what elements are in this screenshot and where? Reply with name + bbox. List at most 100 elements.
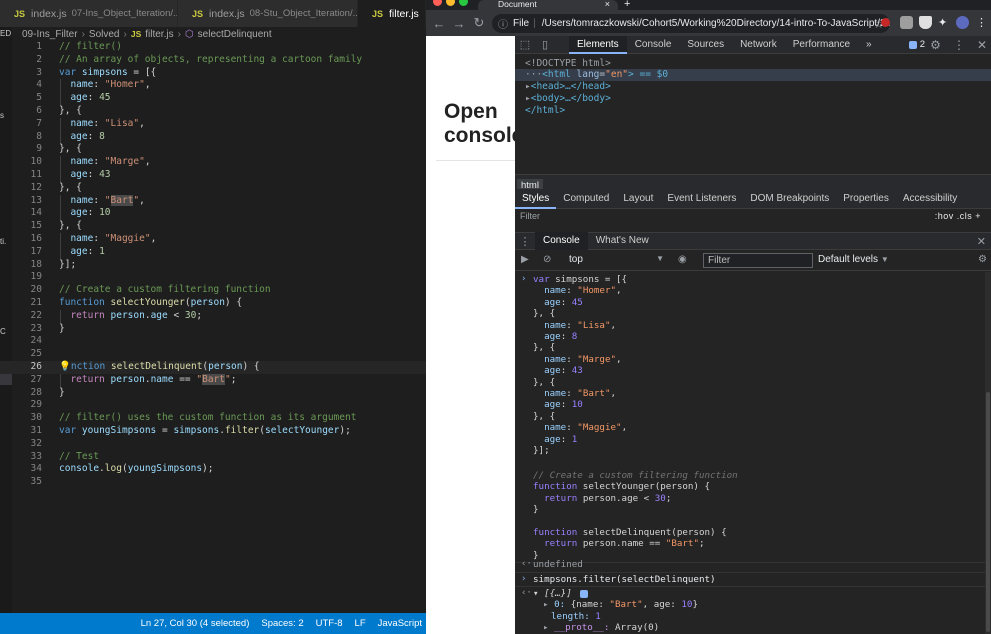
code-line[interactable]: 9}, { <box>0 143 426 156</box>
device-toolbar-icon[interactable]: ▯ <box>535 38 555 51</box>
result-proto[interactable]: ▸ __proto__: Array(0) <box>543 622 659 633</box>
more-tabs-button[interactable]: » <box>858 36 880 54</box>
console-scrollbar[interactable] <box>985 272 991 634</box>
result-item[interactable]: ▸ 0: {name: "Bart", age: 10} <box>543 599 698 610</box>
code-line[interactable]: 12}, { <box>0 182 426 195</box>
clear-console-icon[interactable]: ⊘ <box>543 254 551 265</box>
style-controls[interactable]: :hov .cls + <box>935 211 981 221</box>
code-line[interactable]: 31 var youngSimpsons = simpsons.filter(se… <box>0 425 426 438</box>
code-line[interactable]: 11 age: 43 <box>0 168 426 182</box>
tab-index-js-07[interactable]: JS index.js 07-Ins_Object_Iteration/... <box>0 0 178 27</box>
code-line[interactable]: 29 <box>0 399 426 412</box>
code-line[interactable]: 19 <box>0 271 426 284</box>
shield-icon[interactable] <box>919 16 932 29</box>
eye-icon[interactable]: ◉ <box>678 254 687 265</box>
code-line[interactable]: 15}, { <box>0 220 426 233</box>
code-line[interactable]: 16 name: "Maggie", <box>0 232 426 246</box>
menu-kebab-icon[interactable]: ⋮ <box>953 38 965 52</box>
styles-filter-input[interactable]: Filter <box>520 211 540 221</box>
context-selector[interactable]: top ▼ <box>569 254 664 265</box>
close-icon[interactable]: ✕ <box>977 235 986 248</box>
language-mode[interactable]: JavaScript <box>378 618 422 629</box>
scrollbar-thumb[interactable] <box>986 392 990 632</box>
code-line[interactable]: 17 age: 1 <box>0 245 426 259</box>
encoding[interactable]: UTF-8 <box>316 618 343 629</box>
code-editor[interactable]: 1 // filter() 2 // An array of objects, re… <box>0 41 426 489</box>
expand-triangle-icon[interactable]: ▾ <box>533 588 544 599</box>
tab-accessibility[interactable]: Accessibility <box>896 189 964 209</box>
tab-sources[interactable]: Sources <box>679 36 732 54</box>
forward-arrow-icon[interactable]: → <box>449 16 469 31</box>
close-icon[interactable]: × <box>605 0 610 9</box>
dom-node[interactable]: ▸<body>…</body> <box>525 93 611 105</box>
code-line[interactable]: 2 // An array of objects, representing a … <box>0 54 426 67</box>
tab-layout[interactable]: Layout <box>616 189 660 209</box>
drawer-tab-console[interactable]: Console <box>535 232 588 250</box>
drawer-tab-whats-new[interactable]: What's New <box>588 232 657 250</box>
tab-performance[interactable]: Performance <box>785 36 858 54</box>
code-line[interactable]: 8 age: 8 <box>0 130 426 144</box>
dom-node[interactable]: ▸<head>…</head> <box>525 81 611 93</box>
browser-tab[interactable]: Document × <box>478 0 618 10</box>
breadcrumb-symbol[interactable]: selectDelinquent <box>198 29 272 40</box>
tab-elements[interactable]: Elements <box>569 36 627 54</box>
extension-icon[interactable] <box>900 16 913 29</box>
breadcrumb-folder[interactable]: 09-Ins_Filter <box>22 29 78 40</box>
console-filter-input[interactable]: Filter <box>703 253 813 268</box>
code-line[interactable]: 35 <box>0 476 426 489</box>
tab-event-listeners[interactable]: Event Listeners <box>660 189 743 209</box>
code-line[interactable]: 23} <box>0 323 426 336</box>
code-line[interactable]: 20 // Create a custom filtering function <box>0 284 426 297</box>
code-line[interactable]: 22 return person.age < 30; <box>0 309 426 323</box>
info-badge-icon[interactable] <box>580 589 589 598</box>
code-line[interactable]: 7 name: "Lisa", <box>0 117 426 131</box>
issues-badge[interactable]: 2 <box>908 39 925 50</box>
breadcrumb-file[interactable]: filter.js <box>145 29 173 40</box>
address-bar[interactable]: ⓘ File | /Users/tomraczkowski/Cohort5/Wo… <box>492 14 890 33</box>
expand-triangle-icon[interactable]: ▸ <box>543 622 554 633</box>
code-line[interactable]: 10 name: "Marge", <box>0 156 426 169</box>
dom-node-selected[interactable]: ···<html lang="en"> == $0 <box>515 69 991 81</box>
code-line[interactable]: 3 var simpsons = [{ <box>0 67 426 80</box>
back-arrow-icon[interactable]: ← <box>429 16 449 31</box>
close-icon[interactable]: ✕ <box>977 38 987 52</box>
reload-icon[interactable]: ↻ <box>469 15 489 31</box>
extension-icon[interactable] <box>881 18 890 27</box>
end-of-line[interactable]: LF <box>355 618 366 629</box>
code-line[interactable]: 1 // filter() <box>0 41 426 54</box>
tab-filter-js[interactable]: JS filter.js <box>358 0 426 27</box>
menu-kebab-icon[interactable]: ⋮ <box>976 16 989 29</box>
minimize-window-icon[interactable] <box>446 0 455 6</box>
new-tab-button[interactable]: + <box>624 0 630 10</box>
code-line[interactable]: 34 console.log(youngSimpsons); <box>0 463 426 476</box>
gear-icon[interactable]: ⚙ <box>930 38 941 52</box>
log-levels-dropdown[interactable]: Default levels ▼ <box>818 254 889 265</box>
tab-dom-breakpoints[interactable]: DOM Breakpoints <box>743 189 836 209</box>
code-line-current[interactable]: 26 💡nction selectDelinquent(person) { <box>0 360 426 374</box>
breadcrumb-folder[interactable]: Solved <box>89 29 120 40</box>
url-text[interactable]: /Users/tomraczkowski/Cohort5/Working%20D… <box>542 18 890 29</box>
tab-network[interactable]: Network <box>732 36 785 54</box>
code-line[interactable]: 4 name: "Homer", <box>0 79 426 93</box>
puzzle-icon[interactable]: ✦ <box>938 16 951 29</box>
code-line[interactable]: 5 age: 45 <box>0 92 426 105</box>
code-line[interactable]: 18}]; <box>0 259 426 272</box>
code-line[interactable]: 14 age: 10 <box>0 207 426 221</box>
tab-computed[interactable]: Computed <box>556 189 616 209</box>
info-icon[interactable]: ⓘ <box>498 16 508 31</box>
indentation[interactable]: Spaces: 2 <box>261 618 303 629</box>
inspect-icon[interactable]: ⬚ <box>515 38 535 51</box>
code-line[interactable]: 13 name: "Bart", <box>0 194 426 208</box>
result-array[interactable]: ▾ [{…}] <box>533 588 589 599</box>
lightbulb-icon[interactable]: 💡 <box>59 361 71 372</box>
tab-properties[interactable]: Properties <box>836 189 896 209</box>
close-window-icon[interactable] <box>433 0 442 6</box>
code-line[interactable]: 25 <box>0 348 426 361</box>
sidebar-toggle-icon[interactable]: ▶ <box>521 254 529 265</box>
tab-styles[interactable]: Styles <box>515 189 557 209</box>
cursor-position[interactable]: Ln 27, Col 30 (4 selected) <box>141 618 250 629</box>
drawer-menu-icon[interactable]: ⋮ <box>515 235 535 248</box>
code-line[interactable]: 33 // Test <box>0 451 426 464</box>
code-line[interactable]: 24 <box>0 335 426 348</box>
tab-index-js-08[interactable]: JS index.js 08-Stu_Object_Iteration/... … <box>178 0 358 27</box>
